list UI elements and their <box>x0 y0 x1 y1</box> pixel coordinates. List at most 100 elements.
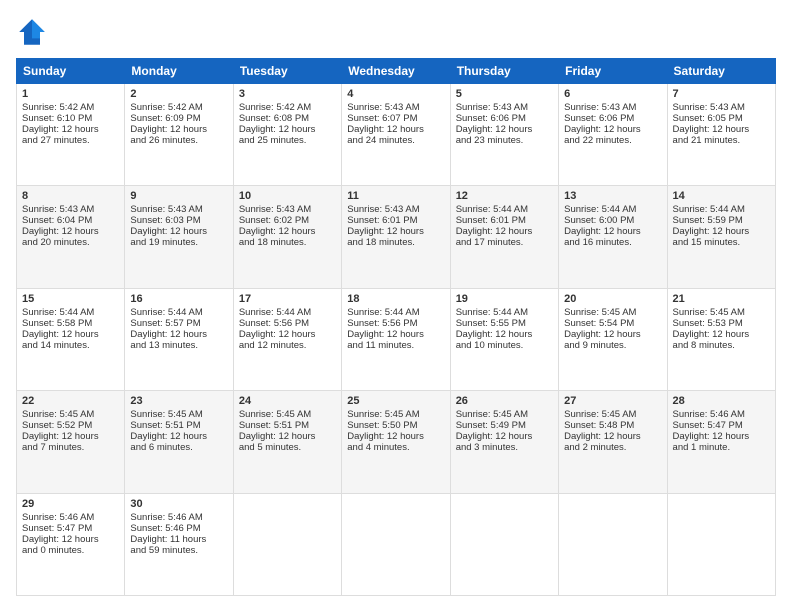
day-info: Daylight: 12 hours <box>347 124 444 135</box>
calendar-week-0: 1Sunrise: 5:42 AMSunset: 6:10 PMDaylight… <box>17 84 776 186</box>
calendar-cell: 22Sunrise: 5:45 AMSunset: 5:52 PMDayligh… <box>17 391 125 493</box>
calendar-cell: 27Sunrise: 5:45 AMSunset: 5:48 PMDayligh… <box>559 391 667 493</box>
day-number: 5 <box>456 88 553 100</box>
day-number: 13 <box>564 190 661 202</box>
day-info: and 27 minutes. <box>22 135 119 146</box>
day-info: Daylight: 12 hours <box>456 329 553 340</box>
day-info: Daylight: 12 hours <box>130 329 227 340</box>
day-info: Sunrise: 5:43 AM <box>673 102 770 113</box>
day-number: 19 <box>456 293 553 305</box>
day-info: and 2 minutes. <box>564 442 661 453</box>
calendar-cell: 18Sunrise: 5:44 AMSunset: 5:56 PMDayligh… <box>342 288 450 390</box>
day-info: and 9 minutes. <box>564 340 661 351</box>
day-number: 10 <box>239 190 336 202</box>
calendar-cell: 11Sunrise: 5:43 AMSunset: 6:01 PMDayligh… <box>342 186 450 288</box>
day-info: Sunrise: 5:44 AM <box>22 307 119 318</box>
calendar-cell: 13Sunrise: 5:44 AMSunset: 6:00 PMDayligh… <box>559 186 667 288</box>
day-info: Daylight: 12 hours <box>673 226 770 237</box>
day-info: Sunrise: 5:46 AM <box>22 512 119 523</box>
calendar-cell: 9Sunrise: 5:43 AMSunset: 6:03 PMDaylight… <box>125 186 233 288</box>
day-info: Sunrise: 5:45 AM <box>22 409 119 420</box>
header <box>16 16 776 48</box>
day-info: and 18 minutes. <box>347 237 444 248</box>
day-info: Sunrise: 5:45 AM <box>456 409 553 420</box>
day-number: 21 <box>673 293 770 305</box>
calendar-cell <box>450 493 558 595</box>
day-info: Daylight: 12 hours <box>239 124 336 135</box>
day-info: Daylight: 12 hours <box>239 431 336 442</box>
day-info: Sunrise: 5:44 AM <box>239 307 336 318</box>
day-info: Sunrise: 5:45 AM <box>564 307 661 318</box>
day-info: Sunrise: 5:44 AM <box>564 204 661 215</box>
calendar-cell: 14Sunrise: 5:44 AMSunset: 5:59 PMDayligh… <box>667 186 775 288</box>
day-info: and 15 minutes. <box>673 237 770 248</box>
day-info: Daylight: 12 hours <box>130 124 227 135</box>
day-info: and 14 minutes. <box>22 340 119 351</box>
day-info: Sunset: 6:08 PM <box>239 113 336 124</box>
day-info: Daylight: 12 hours <box>347 329 444 340</box>
day-info: Sunrise: 5:44 AM <box>130 307 227 318</box>
calendar-cell: 17Sunrise: 5:44 AMSunset: 5:56 PMDayligh… <box>233 288 341 390</box>
day-info: Sunset: 6:06 PM <box>456 113 553 124</box>
day-info: and 21 minutes. <box>673 135 770 146</box>
calendar-cell: 4Sunrise: 5:43 AMSunset: 6:07 PMDaylight… <box>342 84 450 186</box>
day-number: 6 <box>564 88 661 100</box>
header-row: SundayMondayTuesdayWednesdayThursdayFrid… <box>17 59 776 84</box>
calendar-cell: 10Sunrise: 5:43 AMSunset: 6:02 PMDayligh… <box>233 186 341 288</box>
day-info: Sunset: 5:47 PM <box>673 420 770 431</box>
day-info: Daylight: 12 hours <box>22 329 119 340</box>
col-header-wednesday: Wednesday <box>342 59 450 84</box>
day-info: and 18 minutes. <box>239 237 336 248</box>
day-info: Daylight: 12 hours <box>564 431 661 442</box>
day-info: Sunrise: 5:43 AM <box>22 204 119 215</box>
day-info: Sunrise: 5:45 AM <box>130 409 227 420</box>
calendar-cell: 20Sunrise: 5:45 AMSunset: 5:54 PMDayligh… <box>559 288 667 390</box>
day-info: Sunset: 6:01 PM <box>347 215 444 226</box>
calendar-cell <box>233 493 341 595</box>
day-info: Sunset: 6:06 PM <box>564 113 661 124</box>
day-info: and 24 minutes. <box>347 135 444 146</box>
day-number: 3 <box>239 88 336 100</box>
day-info: and 19 minutes. <box>130 237 227 248</box>
calendar-page: SundayMondayTuesdayWednesdayThursdayFrid… <box>0 0 792 612</box>
day-number: 25 <box>347 395 444 407</box>
day-info: and 3 minutes. <box>456 442 553 453</box>
day-info: Sunset: 5:57 PM <box>130 318 227 329</box>
day-info: Sunset: 5:58 PM <box>22 318 119 329</box>
day-info: Sunrise: 5:45 AM <box>673 307 770 318</box>
day-info: Sunrise: 5:42 AM <box>239 102 336 113</box>
day-info: and 26 minutes. <box>130 135 227 146</box>
day-info: and 59 minutes. <box>130 545 227 556</box>
day-info: Daylight: 12 hours <box>239 329 336 340</box>
col-header-thursday: Thursday <box>450 59 558 84</box>
day-info: Sunset: 5:54 PM <box>564 318 661 329</box>
day-info: Sunrise: 5:43 AM <box>456 102 553 113</box>
calendar-table: SundayMondayTuesdayWednesdayThursdayFrid… <box>16 58 776 596</box>
calendar-week-1: 8Sunrise: 5:43 AMSunset: 6:04 PMDaylight… <box>17 186 776 288</box>
day-number: 24 <box>239 395 336 407</box>
day-number: 14 <box>673 190 770 202</box>
day-info: Daylight: 12 hours <box>347 226 444 237</box>
day-info: Sunset: 6:01 PM <box>456 215 553 226</box>
day-info: Sunrise: 5:46 AM <box>130 512 227 523</box>
day-number: 26 <box>456 395 553 407</box>
day-info: Daylight: 12 hours <box>564 226 661 237</box>
day-number: 8 <box>22 190 119 202</box>
col-header-saturday: Saturday <box>667 59 775 84</box>
day-info: Sunrise: 5:44 AM <box>456 204 553 215</box>
day-info: Sunset: 6:09 PM <box>130 113 227 124</box>
day-info: Sunrise: 5:43 AM <box>347 204 444 215</box>
day-info: Sunset: 5:59 PM <box>673 215 770 226</box>
calendar-cell: 15Sunrise: 5:44 AMSunset: 5:58 PMDayligh… <box>17 288 125 390</box>
day-number: 29 <box>22 498 119 510</box>
calendar-cell: 6Sunrise: 5:43 AMSunset: 6:06 PMDaylight… <box>559 84 667 186</box>
day-number: 17 <box>239 293 336 305</box>
day-info: Daylight: 11 hours <box>130 534 227 545</box>
day-info: Daylight: 12 hours <box>564 124 661 135</box>
calendar-cell: 24Sunrise: 5:45 AMSunset: 5:51 PMDayligh… <box>233 391 341 493</box>
day-info: and 0 minutes. <box>22 545 119 556</box>
day-info: Sunrise: 5:45 AM <box>564 409 661 420</box>
day-info: Sunset: 5:50 PM <box>347 420 444 431</box>
day-info: Sunrise: 5:43 AM <box>239 204 336 215</box>
logo-icon <box>16 16 48 48</box>
